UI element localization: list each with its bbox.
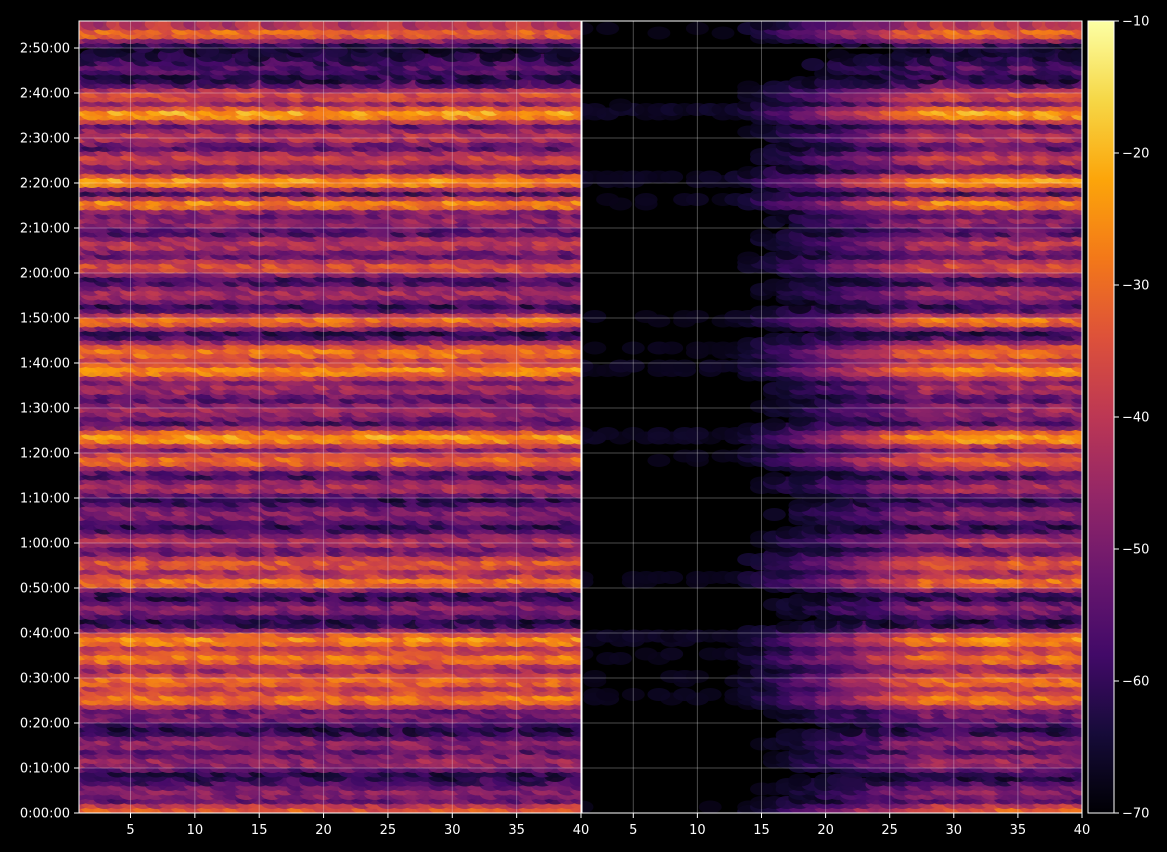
left-panel xyxy=(78,20,582,814)
heatmap-figure: 0:00:000:10:000:20:000:30:000:40:000:50:… xyxy=(20,15,1150,839)
